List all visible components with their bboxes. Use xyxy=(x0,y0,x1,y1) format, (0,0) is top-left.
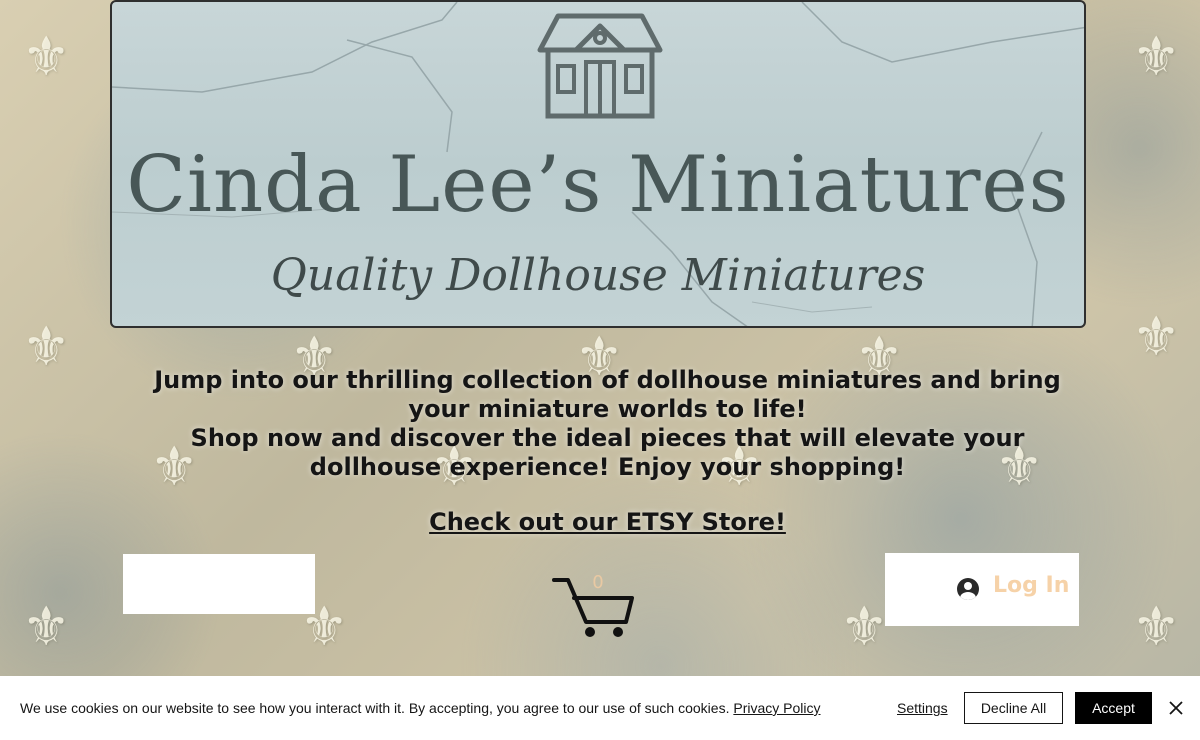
cart-count-badge: 0 xyxy=(592,572,604,593)
login-button[interactable]: Log In xyxy=(885,553,1079,626)
fleur-de-lis-ornament: ⚜ xyxy=(1132,25,1181,88)
accept-button[interactable]: Accept xyxy=(1075,692,1152,724)
cookie-message: We use cookies on our website to see how… xyxy=(20,700,821,716)
fleur-de-lis-ornament: ⚜ xyxy=(22,315,71,378)
etsy-store-link[interactable]: Check out our ETSY Store! xyxy=(0,508,1200,536)
user-avatar-icon xyxy=(957,578,979,600)
fleur-de-lis-ornament: ⚜ xyxy=(1132,305,1181,368)
fleur-de-lis-ornament: ⚜ xyxy=(22,595,71,658)
cookie-consent-banner: We use cookies on our website to see how… xyxy=(0,676,1200,740)
fleur-de-lis-ornament: ⚜ xyxy=(840,595,889,658)
house-icon xyxy=(537,13,663,119)
brand-title: Cinda Lee’s Miniatures xyxy=(126,140,1070,230)
empty-white-panel xyxy=(123,554,315,614)
fleur-de-lis-ornament: ⚜ xyxy=(1132,595,1181,658)
intro-line-1: Jump into our thrilling collection of do… xyxy=(154,366,1061,423)
intro-text: Jump into our thrilling collection of do… xyxy=(130,366,1085,482)
fleur-de-lis-ornament: ⚜ xyxy=(22,25,71,88)
brand-tagline: Quality Dollhouse Miniatures xyxy=(270,250,926,301)
login-label: Log In xyxy=(993,573,1070,598)
intro-line-2: Shop now and discover the ideal pieces t… xyxy=(190,424,1025,481)
header-banner: Cinda Lee’s Miniatures Quality Dollhouse… xyxy=(110,0,1086,328)
shopping-cart-button[interactable]: 0 xyxy=(552,572,636,642)
cookie-message-text: We use cookies on our website to see how… xyxy=(20,700,730,716)
cookie-settings-link[interactable]: Settings xyxy=(897,700,948,716)
privacy-policy-link[interactable]: Privacy Policy xyxy=(733,700,820,716)
close-icon[interactable] xyxy=(1166,698,1186,718)
decline-all-button[interactable]: Decline All xyxy=(964,692,1063,724)
